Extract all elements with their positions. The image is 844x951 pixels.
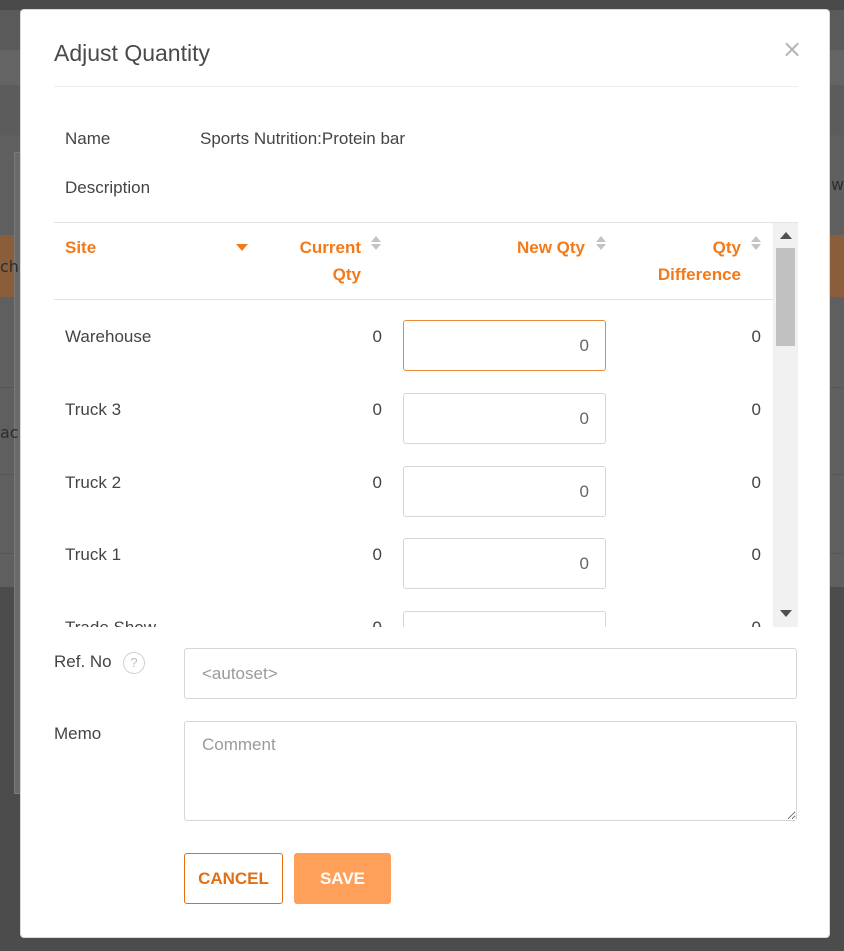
current-qty-column-header[interactable]: Current Qty [300, 234, 361, 288]
table-row: Truck 2 0 0 [54, 447, 773, 520]
sort-icon[interactable] [595, 235, 607, 251]
current-qty-cell: 0 [372, 400, 382, 419]
qty-diff-header-line1: Qty [712, 238, 741, 257]
save-button[interactable]: SAVE [294, 853, 391, 904]
qty-difference-cell: 0 [751, 400, 761, 419]
scroll-up-icon[interactable] [780, 232, 792, 239]
site-column-header[interactable]: Site [65, 234, 96, 261]
new-qty-input[interactable] [403, 466, 606, 517]
cancel-button[interactable]: CANCEL [184, 853, 283, 904]
current-qty-cell: 0 [372, 545, 382, 564]
name-value: Sports Nutrition:Protein bar [200, 129, 406, 148]
site-cell: Truck 3 [65, 400, 122, 419]
qty-difference-cell: 0 [751, 473, 761, 492]
memo-label: Memo [54, 724, 102, 743]
grid-header: Site Current Qty New Qty Qty Difference [54, 223, 773, 300]
modal-title: Adjust Quantity [54, 40, 210, 66]
qty-difference-cell: 0 [752, 618, 761, 627]
current-qty-header-line1: Current [299, 238, 361, 257]
table-row: Truck 1 0 0 [54, 519, 773, 592]
site-cell: Trade Show [65, 618, 156, 627]
new-qty-input[interactable] [403, 393, 606, 444]
current-qty-cell: 0 [373, 618, 382, 627]
sort-desc-icon[interactable] [236, 244, 248, 251]
bg-text-fragment: ch [0, 257, 19, 276]
new-qty-column-header[interactable]: New Qty [517, 234, 585, 261]
help-icon[interactable]: ? [123, 652, 145, 674]
current-qty-header-line2: Qty [332, 265, 361, 284]
bg-text-fragment: ac [0, 423, 19, 442]
qty-difference-cell: 0 [751, 327, 761, 346]
table-row: Warehouse 0 0 [54, 301, 773, 374]
ref-no-input[interactable] [184, 648, 797, 699]
current-qty-cell: 0 [372, 327, 382, 346]
qty-difference-cell: 0 [751, 545, 761, 564]
ref-no-label: Ref. No [54, 652, 112, 671]
close-icon[interactable]: × [782, 37, 802, 61]
current-qty-cell: 0 [372, 473, 382, 492]
site-cell: Warehouse [65, 327, 152, 346]
modal-header: Adjust Quantity [54, 40, 798, 87]
bg-text-fragment: w [831, 175, 844, 194]
qty-difference-column-header[interactable]: Qty Difference [658, 234, 741, 288]
description-label: Description [65, 178, 151, 197]
scrollbar-thumb[interactable] [776, 248, 795, 346]
site-cell: Truck 2 [65, 473, 122, 492]
name-label: Name [65, 129, 111, 148]
table-row: Truck 3 0 0 [54, 374, 773, 447]
grid-scrollbar[interactable] [773, 223, 798, 627]
sort-icon[interactable] [370, 235, 382, 251]
new-qty-input[interactable] [403, 538, 606, 589]
adjust-quantity-modal: Adjust Quantity × Name Sports Nutrition:… [20, 9, 830, 938]
memo-textarea[interactable] [184, 721, 797, 821]
table-row: Trade Show 0 0 [54, 592, 773, 627]
site-quantity-grid: Site Current Qty New Qty Qty Difference … [54, 222, 798, 627]
scroll-down-icon[interactable] [780, 610, 792, 617]
qty-diff-header-line2: Difference [657, 265, 741, 284]
site-cell: Truck 1 [65, 545, 122, 564]
sort-icon[interactable] [750, 235, 762, 251]
new-qty-input[interactable] [403, 611, 606, 627]
new-qty-input[interactable] [403, 320, 606, 371]
